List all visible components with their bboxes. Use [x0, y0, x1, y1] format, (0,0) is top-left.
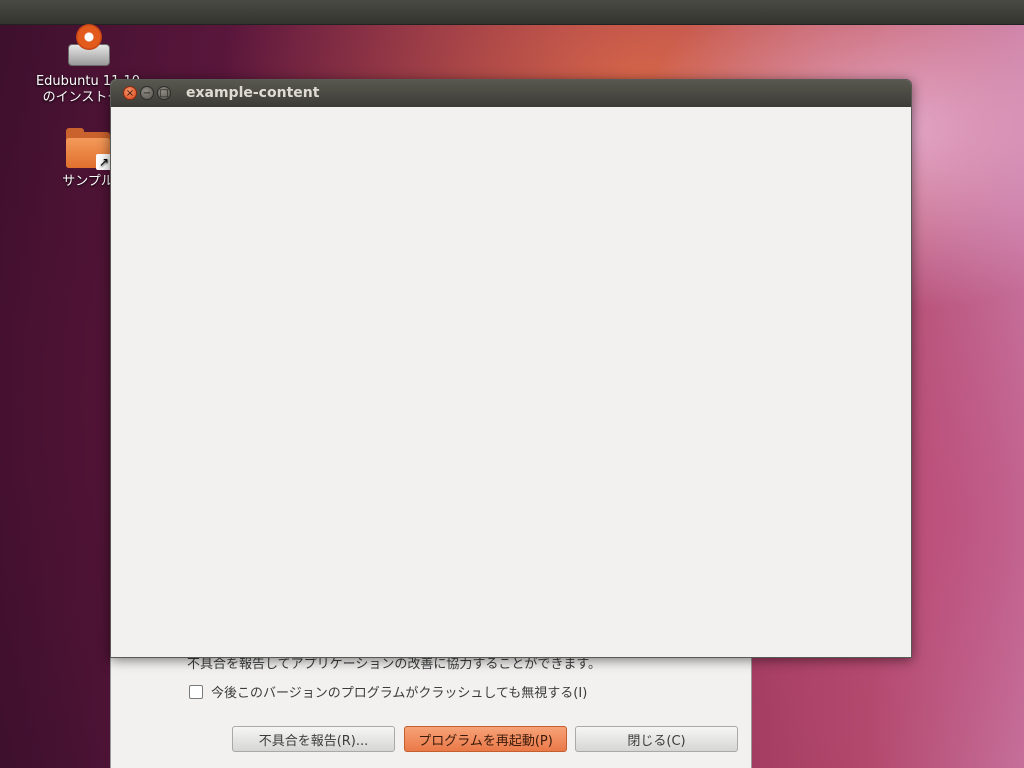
folder-icon: ↗	[64, 128, 112, 170]
desktop: Edubuntu 11.10 のインストール ↗ サンプル 不具合を報告してアプ…	[0, 0, 1024, 768]
window-minimize-button[interactable]: −	[140, 86, 154, 100]
example-content-window: × − □ example-content	[110, 79, 912, 658]
window-maximize-button[interactable]: □	[157, 86, 171, 100]
window-title: example-content	[186, 85, 320, 101]
ignore-crash-checkbox[interactable]	[189, 684, 203, 699]
report-problem-button[interactable]: 不具合を報告(R)...	[232, 726, 395, 752]
window-close-button[interactable]: ×	[123, 86, 137, 100]
close-dialog-button[interactable]: 閉じる(C)	[575, 726, 738, 752]
restart-program-button[interactable]: プログラムを再起動(P)	[404, 726, 567, 752]
top-panel	[0, 0, 1024, 25]
ignore-crash-option[interactable]: 今後このバージョンのプログラムがクラッシュしても無視する(I)	[189, 682, 587, 701]
ignore-crash-label[interactable]: 今後このバージョンのプログラムがクラッシュしても無視する(I)	[211, 682, 587, 701]
window-content-area	[111, 107, 911, 657]
installer-icon	[64, 22, 112, 70]
window-title-bar[interactable]: × − □ example-content	[111, 80, 911, 107]
